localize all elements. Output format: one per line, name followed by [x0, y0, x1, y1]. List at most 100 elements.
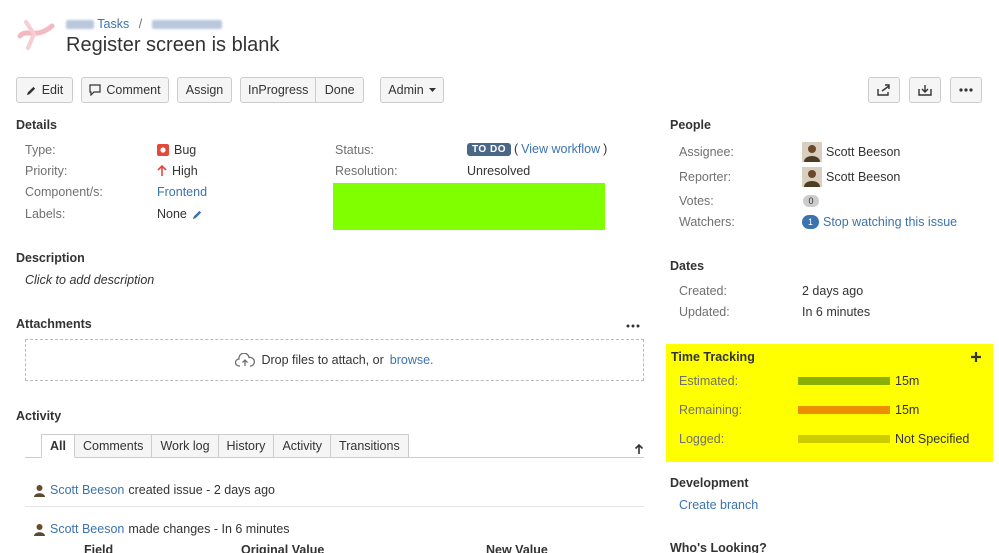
description-placeholder[interactable]: Click to add description [25, 273, 154, 287]
ellipsis-icon [959, 88, 973, 92]
share-icon [877, 84, 890, 96]
tab-all[interactable]: All [41, 434, 75, 458]
activity-tabs: All Comments Work log History Activity T… [41, 434, 409, 458]
user-avatar-icon [34, 523, 45, 536]
activity-text: made changes - In 6 minutes [128, 522, 290, 536]
labels-value[interactable]: None [157, 207, 203, 221]
caret-down-icon [428, 87, 436, 92]
reporter-value[interactable]: Scott Beeson [802, 167, 900, 187]
type-label: Type: [25, 143, 56, 157]
project-avatar [16, 14, 56, 54]
stop-watching-link[interactable]: Stop watching this issue [823, 215, 957, 229]
attachments-options-icon[interactable] [626, 324, 640, 328]
time-tracking-heading: Time Tracking [671, 350, 755, 364]
pencil-icon [26, 86, 35, 95]
comment-button[interactable]: Comment [81, 77, 169, 103]
comment-icon [89, 84, 102, 96]
user-avatar-icon [34, 484, 45, 497]
cloud-upload-icon [235, 353, 256, 367]
labels-label: Labels: [25, 207, 66, 221]
people-heading: People [670, 118, 711, 132]
estimated-label: Estimated: [679, 374, 739, 388]
activity-divider [25, 506, 644, 507]
activity-text: created issue - 2 days ago [128, 483, 275, 497]
type-value: Bug [157, 143, 196, 157]
created-value: 2 days ago [802, 284, 864, 298]
description-heading: Description [16, 251, 85, 265]
column-original-value: Original Value [241, 543, 325, 553]
logged-value: Not Specified [895, 432, 970, 446]
remaining-label: Remaining: [679, 403, 743, 417]
highlight-box [333, 183, 605, 230]
remaining-bar [798, 406, 890, 414]
assignee-value[interactable]: Scott Beeson [802, 142, 900, 162]
workflow-button-group: InProgress Done [240, 77, 364, 103]
user-avatar-icon [802, 142, 822, 162]
inprogress-button[interactable]: InProgress [241, 78, 315, 102]
attachments-heading: Attachments [16, 317, 92, 331]
resolution-value: Unresolved [467, 164, 531, 178]
tab-transitions[interactable]: Transitions [331, 434, 409, 458]
resolution-label: Resolution: [335, 164, 398, 178]
drop-text: Drop files to attach, or [261, 353, 384, 367]
tab-work-log[interactable]: Work log [152, 434, 219, 458]
create-branch-link[interactable]: Create branch [679, 498, 758, 512]
component-label: Component/s: [25, 185, 103, 199]
status-value: TO DO (View workflow) [467, 142, 607, 156]
plus-icon[interactable] [971, 352, 981, 362]
admin-dropdown[interactable]: Admin [380, 77, 444, 103]
breadcrumb-project[interactable]: Tasks [97, 17, 129, 31]
activity-user-link[interactable]: Scott Beeson [50, 483, 124, 497]
component-link[interactable]: Frontend [157, 185, 207, 199]
activity-entry: Scott Beeson created issue - 2 days ago [33, 483, 275, 497]
votes-badge[interactable]: 0 [803, 195, 819, 207]
status-label: Status: [335, 143, 374, 157]
whos-looking-heading: Who's Looking? [670, 541, 767, 553]
activity-entry: Scott Beeson made changes - In 6 minutes [33, 522, 290, 536]
breadcrumb-issue-key[interactable] [151, 20, 222, 30]
bug-icon [157, 144, 169, 156]
column-field: Field [84, 543, 114, 553]
export-button[interactable] [909, 77, 941, 103]
logged-label: Logged: [679, 432, 725, 446]
estimated-bar [798, 377, 890, 385]
reporter-label: Reporter: [679, 170, 732, 184]
breadcrumb: Tasks / [66, 17, 222, 31]
sort-arrow-up-icon[interactable] [634, 444, 644, 455]
page-title: Register screen is blank [66, 34, 280, 56]
activity-heading: Activity [16, 409, 62, 423]
votes-label: Votes: [679, 194, 714, 208]
estimated-value: 15m [895, 374, 920, 388]
details-heading: Details [16, 118, 57, 132]
activity-user-link[interactable]: Scott Beeson [50, 522, 124, 536]
column-new-value: New Value [486, 543, 548, 553]
view-workflow-link[interactable]: View workflow [521, 142, 600, 156]
watchers-count-badge[interactable]: 1 [802, 215, 819, 229]
logged-bar [798, 435, 890, 443]
more-actions-button[interactable] [950, 77, 982, 103]
priority-value: High [157, 164, 198, 178]
browse-link[interactable]: browse. [390, 353, 434, 367]
tab-history[interactable]: History [218, 434, 275, 458]
dates-heading: Dates [670, 259, 705, 273]
pencil-icon[interactable] [192, 209, 203, 220]
watchers-value: 1 Stop watching this issue [802, 215, 957, 229]
development-heading: Development [670, 476, 749, 490]
tab-comments[interactable]: Comments [75, 434, 153, 458]
breadcrumb-separator: / [138, 17, 143, 31]
updated-value: In 6 minutes [802, 305, 871, 319]
assign-button[interactable]: Assign [177, 77, 232, 103]
arrow-up-icon [157, 165, 167, 176]
attachment-dropzone[interactable]: Drop files to attach, or browse. [25, 339, 644, 381]
breadcrumb-project-key[interactable] [66, 20, 94, 30]
user-avatar-icon [802, 167, 822, 187]
assignee-label: Assignee: [679, 145, 734, 159]
status-badge[interactable]: TO DO [467, 142, 511, 156]
tab-activity[interactable]: Activity [274, 434, 332, 458]
share-button[interactable] [868, 77, 900, 103]
edit-button[interactable]: Edit [16, 77, 73, 103]
export-icon [918, 85, 932, 96]
priority-label: Priority: [25, 164, 68, 178]
remaining-value: 15m [895, 403, 920, 417]
done-button[interactable]: Done [315, 78, 363, 102]
